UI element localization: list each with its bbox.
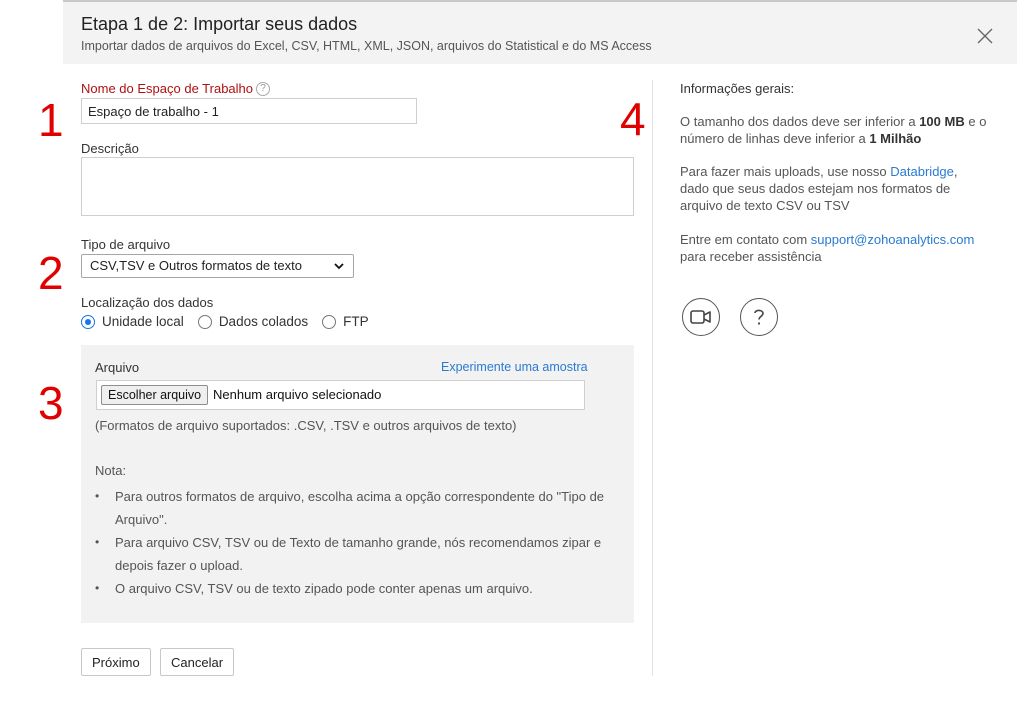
info-title: Informações gerais: — [680, 81, 795, 96]
file-type-label: Tipo de arquivo — [81, 237, 171, 252]
list-item: O arquivo CSV, TSV ou de texto zipado po… — [95, 577, 625, 600]
data-location-options: Unidade local Dados colados FTP — [81, 314, 383, 329]
divider — [652, 80, 653, 676]
dialog-title: Etapa 1 de 2: Importar seus dados — [81, 14, 358, 34]
cancel-button[interactable]: Cancelar — [160, 648, 235, 676]
list-item: Para arquivo CSV, TSV ou de Texto de tam… — [95, 531, 625, 577]
file-type-selected: CSV,TSV e Outros formatos de texto — [90, 258, 302, 273]
note-list: Para outros formatos de arquivo, escolha… — [95, 485, 625, 600]
radio-pasted-data[interactable]: Dados colados — [197, 314, 309, 329]
radio-button[interactable] — [197, 314, 212, 329]
workspace-name-label: Nome do Espaço de Trabalho — [81, 81, 253, 96]
step-number-2: 2 — [38, 247, 64, 299]
step-number-4: 4 — [620, 93, 646, 145]
radio-button[interactable] — [322, 314, 337, 329]
video-icon[interactable] — [682, 298, 720, 336]
help-icon[interactable]: ? — [256, 82, 270, 96]
info-size-value: 100 MB — [919, 114, 965, 129]
databridge-link[interactable]: Databridge — [890, 164, 954, 179]
info-text: Para fazer mais uploads, use nosso — [680, 164, 891, 179]
try-sample-link[interactable]: Experimente uma amostra — [441, 360, 588, 374]
choose-file-button[interactable]: Escolher arquivo — [101, 385, 209, 405]
next-button[interactable]: Próximo — [81, 648, 151, 676]
file-type-select[interactable]: CSV,TSV e Outros formatos de texto — [81, 254, 354, 278]
info-text: O tamanho dos dados deve ser inferior a — [680, 114, 920, 129]
radio-label: Dados colados — [218, 314, 309, 329]
info-databridge: Para fazer mais uploads, use nosso Datab… — [680, 163, 990, 214]
info-rows-value: 1 Milhão — [869, 131, 922, 146]
list-item: Para outros formatos de arquivo, escolha… — [95, 485, 625, 531]
note-label: Nota: — [95, 463, 127, 478]
radio-button[interactable] — [81, 314, 95, 329]
data-location-label: Localização dos dados — [81, 295, 214, 310]
help-circle-icon[interactable] — [740, 298, 778, 336]
description-textarea[interactable] — [81, 157, 634, 216]
info-support: Entre em contato com support@zohoanalyti… — [680, 231, 990, 265]
radio-local-drive[interactable]: Unidade local — [81, 314, 184, 329]
no-file-text: Nenhum arquivo selecionado — [213, 387, 382, 402]
dialog-subtitle: Importar dados de arquivos do Excel, CSV… — [81, 39, 652, 53]
description-label: Descrição — [81, 141, 139, 156]
info-text: para receber assistência — [680, 249, 822, 264]
radio-label: FTP — [343, 314, 369, 329]
chevron-down-icon — [334, 263, 344, 270]
info-size-limit: O tamanho dos dados deve ser inferior a … — [680, 113, 990, 147]
info-text: Entre em contato com — [680, 232, 811, 247]
radio-label: Unidade local — [102, 314, 184, 329]
workspace-name-input[interactable] — [81, 98, 417, 124]
step-number-3: 3 — [38, 377, 64, 429]
step-number-1: 1 — [38, 94, 64, 146]
file-label: Arquivo — [95, 360, 140, 375]
supported-formats-text: (Formatos de arquivo suportados: .CSV, .… — [95, 418, 517, 433]
radio-ftp[interactable]: FTP — [322, 314, 369, 329]
support-email-link[interactable]: support@zohoanalytics.com — [811, 232, 975, 247]
file-input[interactable]: Escolher arquivo Nenhum arquivo selecion… — [96, 380, 585, 410]
close-icon[interactable] — [975, 26, 995, 46]
file-panel: Arquivo Experimente uma amostra Escolher… — [81, 345, 634, 623]
dialog-header: Etapa 1 de 2: Importar seus dados Import… — [63, 0, 1017, 64]
